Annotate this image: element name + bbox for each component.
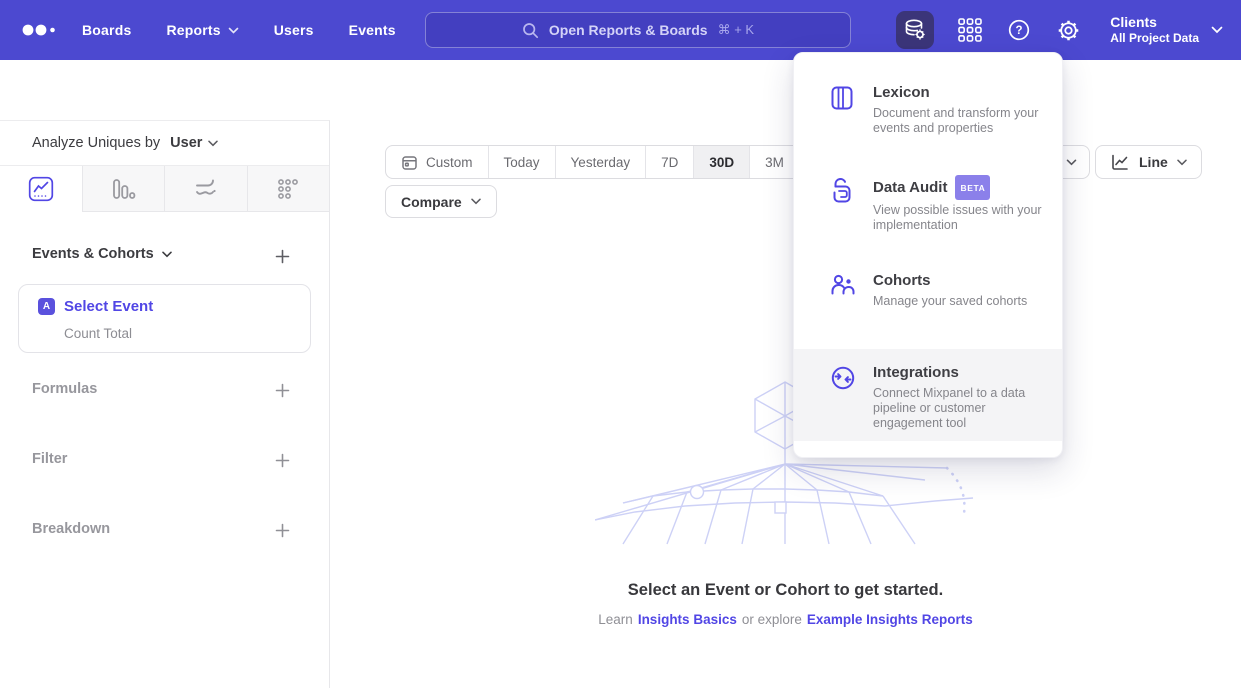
settings-button[interactable] bbox=[1055, 17, 1081, 43]
date-range-30d[interactable]: 30D bbox=[693, 146, 749, 178]
add-filter-button[interactable] bbox=[272, 450, 292, 470]
date-range-3m[interactable]: 3M bbox=[749, 146, 799, 178]
menu-item-description: Connect Mixpanel to a data pipeline or c… bbox=[873, 386, 1042, 431]
formulas-section-label: Formulas bbox=[32, 381, 97, 397]
settings-gear-icon bbox=[1056, 18, 1081, 43]
breakdown-section-label: Breakdown bbox=[32, 521, 110, 537]
menu-item-title: Integrations bbox=[873, 363, 1042, 383]
tab-flows[interactable] bbox=[165, 166, 248, 211]
chevron-down-icon bbox=[1211, 26, 1223, 34]
compare-dropdown[interactable]: Compare bbox=[385, 185, 497, 218]
primary-nav: Boards Reports Users Events bbox=[82, 0, 396, 60]
search-icon bbox=[522, 22, 539, 39]
empty-state-links: Learn Insights Basics or explore Example… bbox=[330, 612, 1241, 627]
lexicon-book-icon bbox=[830, 85, 854, 111]
nav-item-users[interactable]: Users bbox=[274, 22, 314, 38]
menu-item-description: View possible issues with your implement… bbox=[873, 203, 1042, 233]
search-placeholder: Open Reports & Boards bbox=[549, 22, 708, 38]
filter-section-label: Filter bbox=[32, 451, 67, 467]
learn-text: Learn bbox=[598, 612, 633, 627]
chart-type-dropdown[interactable]: Line bbox=[1095, 145, 1202, 179]
report-canvas: Custom Today Yesterday 7D 30D 3M 6M Line… bbox=[330, 120, 1241, 688]
data-audit-icon bbox=[830, 177, 854, 205]
help-icon: ? bbox=[1007, 18, 1031, 42]
tab-line-chart[interactable] bbox=[0, 166, 83, 211]
bar-chart-icon bbox=[110, 176, 136, 202]
menu-item-description: Manage your saved cohorts bbox=[873, 294, 1027, 309]
chevron-down-icon bbox=[228, 27, 239, 34]
date-range-control: Custom Today Yesterday 7D 30D 3M 6M bbox=[385, 145, 850, 179]
menu-item-title: Cohorts bbox=[873, 271, 1027, 291]
integrations-sync-icon bbox=[830, 365, 856, 391]
cohorts-people-icon bbox=[830, 273, 856, 297]
menu-item-description: Document and transform your events and p… bbox=[873, 106, 1041, 136]
tab-bar-chart[interactable] bbox=[83, 166, 166, 211]
date-range-today[interactable]: Today bbox=[488, 146, 555, 178]
data-management-button[interactable] bbox=[896, 11, 934, 49]
data-management-menu: Lexicon Document and transform your even… bbox=[793, 52, 1063, 458]
top-navigation-bar: Boards Reports Users Events Open Reports… bbox=[0, 0, 1241, 60]
series-badge: A bbox=[38, 298, 55, 315]
menu-item-integrations[interactable]: Integrations Connect Mixpanel to a data … bbox=[794, 349, 1062, 441]
menu-item-data-audit[interactable]: Data Audit BETA View possible issues wit… bbox=[794, 175, 1062, 233]
query-builder-sidebar: Analyze Uniques by User bbox=[0, 120, 330, 688]
help-button[interactable]: ? bbox=[1006, 17, 1032, 43]
plus-icon bbox=[275, 249, 290, 264]
plus-icon bbox=[275, 453, 290, 468]
or-explore-text: or explore bbox=[742, 612, 802, 627]
tab-metrics[interactable] bbox=[248, 166, 330, 211]
plus-icon bbox=[275, 383, 290, 398]
plus-icon bbox=[275, 523, 290, 538]
event-card[interactable]: A Select Event Count Total bbox=[18, 284, 311, 353]
menu-item-lexicon[interactable]: Lexicon Document and transform your even… bbox=[794, 83, 1062, 136]
apps-grid-icon bbox=[957, 17, 983, 43]
select-event-label[interactable]: Select Event bbox=[64, 298, 153, 315]
analyze-uniques-row: Analyze Uniques by User bbox=[0, 121, 329, 166]
line-chart-mini-icon bbox=[1110, 153, 1130, 171]
project-scope: All Project Data bbox=[1110, 31, 1199, 46]
analyze-label: Analyze Uniques by bbox=[32, 135, 160, 151]
org-name: Clients bbox=[1110, 14, 1199, 31]
project-selector[interactable]: Clients All Project Data bbox=[1110, 14, 1223, 46]
line-chart-icon bbox=[28, 176, 54, 202]
chart-type-tabs bbox=[0, 166, 329, 212]
metrics-dots-icon bbox=[275, 176, 301, 202]
chevron-down-icon bbox=[1066, 159, 1077, 166]
menu-item-cohorts[interactable]: Cohorts Manage your saved cohorts bbox=[794, 271, 1062, 309]
apps-grid-button[interactable] bbox=[957, 17, 983, 43]
empty-state-title: Select an Event or Cohort to get started… bbox=[330, 581, 1241, 600]
search-shortcut: ⌘ + K bbox=[718, 22, 755, 38]
events-cohorts-header[interactable]: Events & Cohorts bbox=[32, 246, 172, 262]
add-formula-button[interactable] bbox=[272, 380, 292, 400]
insights-basics-link[interactable]: Insights Basics bbox=[638, 612, 737, 627]
date-range-7d[interactable]: 7D bbox=[645, 146, 693, 178]
mixpanel-logo-icon[interactable] bbox=[22, 23, 56, 37]
flows-icon bbox=[193, 176, 219, 202]
chevron-down-icon bbox=[471, 198, 481, 205]
svg-text:?: ? bbox=[1016, 25, 1023, 37]
date-range-yesterday[interactable]: Yesterday bbox=[555, 146, 646, 178]
add-breakdown-button[interactable] bbox=[272, 520, 292, 540]
nav-item-events[interactable]: Events bbox=[349, 22, 396, 38]
menu-item-title: Lexicon bbox=[873, 83, 1041, 103]
chevron-down-icon bbox=[1177, 159, 1187, 166]
chevron-down-icon bbox=[162, 251, 172, 258]
example-reports-link[interactable]: Example Insights Reports bbox=[807, 612, 973, 627]
beta-badge: BETA bbox=[955, 175, 990, 200]
chevron-down-icon bbox=[208, 140, 218, 147]
calendar-icon bbox=[401, 154, 418, 171]
search-input[interactable]: Open Reports & Boards ⌘ + K bbox=[425, 12, 851, 48]
database-gear-icon bbox=[903, 18, 927, 42]
mixpanel-insights-page: Boards Reports Users Events Open Reports… bbox=[0, 0, 1241, 688]
nav-item-boards[interactable]: Boards bbox=[82, 22, 131, 38]
nav-item-reports[interactable]: Reports bbox=[166, 22, 238, 38]
analyze-value-dropdown[interactable]: User bbox=[170, 135, 218, 151]
count-total-label[interactable]: Count Total bbox=[64, 326, 132, 341]
date-range-custom[interactable]: Custom bbox=[386, 146, 488, 178]
add-event-button[interactable] bbox=[272, 246, 292, 266]
nav-right-controls: ? Clients All Project Data bbox=[896, 0, 1223, 60]
menu-item-title: Data Audit bbox=[873, 178, 947, 198]
